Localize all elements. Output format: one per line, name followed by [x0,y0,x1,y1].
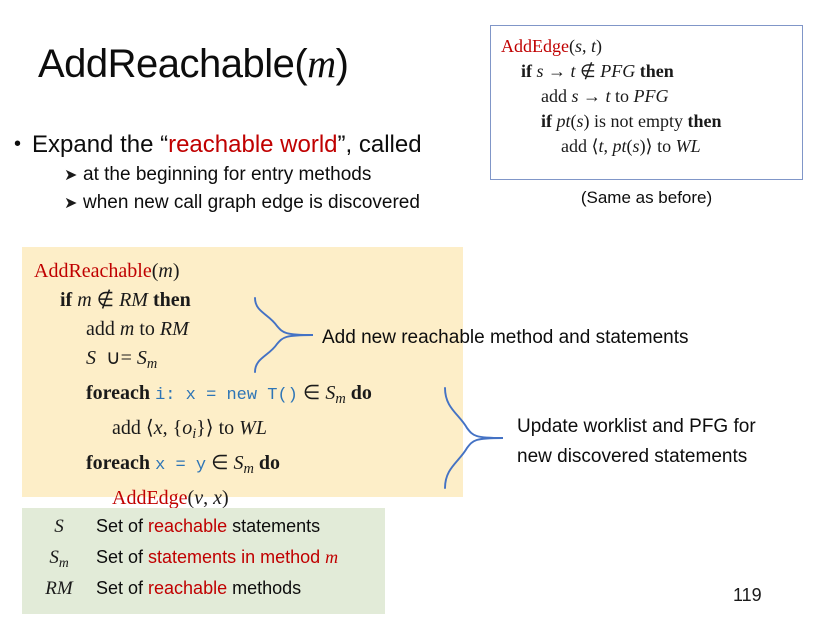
addedge-code-line: add ⟨t, pt(s)⟩ to WL [501,134,802,159]
bullet-sub-1: ➤ at the beginning for entry methods [64,161,484,189]
bullet-list: • Expand the “reachable world”, called ➤ a… [14,128,484,217]
code-token: pt [612,136,627,156]
code-token: s [632,136,640,156]
bullet-main: • Expand the “reachable world”, called [14,128,484,161]
page-title: AddReachable(m) [38,40,349,87]
code-token: WL [675,136,701,156]
brace-connector-upper [253,296,315,379]
code-token: ) is not empty [583,111,688,131]
code-token: add ⟨ [561,136,599,156]
arrow-bullet-icon: ➤ [64,167,78,184]
code-token: s [536,61,544,81]
addedge-code-line: AddEdge(s, t) [501,34,802,59]
code-token: AddEdge [501,36,569,56]
addedge-code-line: if s → t ∉ PFG then [501,59,802,84]
annotation-update-worklist-line2: new discovered statements [517,446,748,467]
addreachable-code-line: S ∪= Sm [86,347,158,373]
bullet-main-highlight: reachable world [168,131,338,158]
page-title-text: AddReachable( [38,42,308,86]
legend-description: Set of statements in method m [96,547,339,567]
legend-symbol: Sm [49,547,69,570]
addreachable-code-line: foreach i: x = new T() ∈ Sm do [86,382,372,408]
code-token: to [610,86,634,106]
code-token: if [541,111,552,131]
code-token: PFG [633,86,669,106]
code-token: , [603,136,613,156]
code-token: s [574,36,582,56]
annotation-update-worklist-line1: Update worklist and PFG for [517,416,756,437]
bullet-sub-2-label: when new call graph edge is discovered [83,192,420,213]
addreachable-code-lines: AddReachable(m) if m ∉ RM then add m to RM… [22,247,463,513]
code-token: → [543,61,571,81]
code-token: then [639,61,674,81]
addreachable-code-line: AddReachable(m) [34,260,180,282]
legend-row: RM Set of reachable methods [22,578,385,609]
code-token: ) [596,36,603,56]
code-token: then [687,111,722,131]
addedge-caption: (Same as before) [580,188,713,207]
bullet-main-post: ”, called [337,131,422,158]
addreachable-pseudocode-box: AddReachable(m) if m ∉ RM then add m to RM… [22,247,463,509]
bullet-main-pre: Expand the “ [32,131,169,158]
brace-connector-lower [443,386,505,495]
addedge-code-lines: AddEdge(s, t) if s → t ∉ PFG then add s → … [491,26,802,159]
code-token: )⟩ to [639,136,676,156]
page-title-paren-close: ) [335,42,349,86]
addreachable-code-line: add ⟨x, {oi}⟩ to WL [112,417,267,443]
code-token: PFG [600,61,636,81]
bullet-sub-1-label: at the beginning for entry methods [83,164,372,185]
annotation-update-worklist: Update worklist and PFG for new discover… [517,412,807,472]
code-token: → [578,86,606,106]
legend-description: Set of reachable statements [96,516,321,536]
bullet-sub-2: ➤ when new call graph edge is discovered [64,189,484,217]
addedge-code-line: if pt(s) is not empty then [501,109,802,134]
legend-box: S Set of reachable statements Sm Set of sta… [22,508,385,614]
code-token: add [541,86,572,106]
code-token: ∉ [575,61,601,81]
legend-row: Sm Set of statements in method m [22,547,385,578]
bullet-marker-icon: • [14,133,22,155]
code-token: s [576,111,584,131]
code-token: if [521,61,532,81]
addedge-pseudocode-box: AddEdge(s, t) if s → t ∉ PFG then add s → … [490,25,803,180]
code-token: pt [556,111,571,131]
annotation-add-reachable: Add new reachable method and statements [322,327,689,348]
legend-row: S Set of reachable statements [22,516,385,547]
legend-description: Set of reachable methods [96,578,302,598]
code-token: s [571,86,579,106]
legend-symbol: RM [45,578,73,599]
arrow-bullet-icon: ➤ [64,195,78,212]
addreachable-code-line: if m ∉ RM then [60,289,191,311]
page-number: 119 [733,585,762,605]
addedge-code-line: add s → t to PFG [501,84,802,109]
addreachable-code-line: foreach x = y ∈ Sm do [86,452,281,478]
page-title-variable: m [307,41,336,86]
code-token: , [582,36,591,56]
legend-symbol: S [54,516,64,537]
